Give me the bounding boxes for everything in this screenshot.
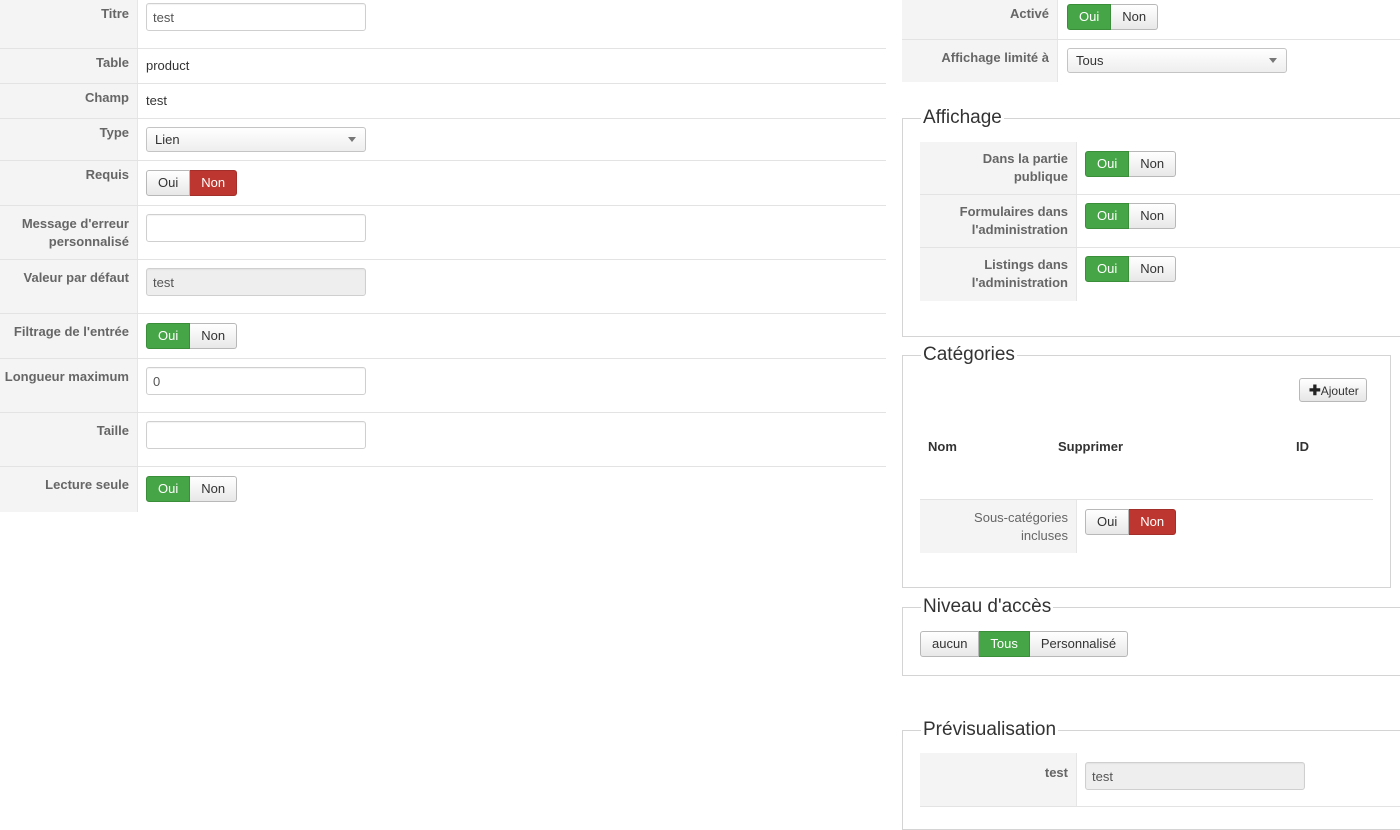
taille-input[interactable] (146, 421, 366, 449)
sous-categories-toggle: Oui Non (1085, 509, 1177, 535)
niveau-acces-toggle: aucun Tous Personnalisé (920, 631, 1129, 657)
row-table: Table product (0, 49, 886, 84)
label-affichage-limite: Affichage limité à (902, 40, 1058, 82)
label-taille: Taille (0, 413, 138, 466)
row-partie-publique: Dans la partie publique Oui Non (920, 142, 1400, 195)
active-non-button[interactable]: Non (1111, 4, 1159, 30)
niveau-acces-legend: Niveau d'accès (921, 596, 1054, 618)
label-champ: Champ (0, 84, 138, 118)
previsualisation-legend: Prévisualisation (921, 719, 1059, 741)
label-valeur-defaut: Valeur par défaut (0, 260, 138, 313)
label-requis: Requis (0, 161, 138, 205)
formulaires-admin-oui-button[interactable]: Oui (1085, 203, 1130, 229)
caret-down-icon (1269, 58, 1277, 63)
categories-legend: Catégories (921, 344, 1017, 366)
filtrage-toggle: Oui Non (146, 323, 238, 349)
previsualisation-input[interactable] (1085, 762, 1305, 790)
label-type: Type (0, 119, 138, 160)
type-select-value: Lien (155, 132, 180, 147)
niveau-acces-tous-button[interactable]: Tous (979, 631, 1030, 657)
row-formulaires-admin: Formulaires dans l'administration Oui No… (920, 195, 1400, 248)
add-category-label: Ajouter (1320, 384, 1359, 398)
row-affichage-limite: Affichage limité à Tous (902, 40, 1400, 82)
column-id: ID (1296, 439, 1309, 454)
type-select[interactable]: Lien (146, 127, 366, 152)
lecture-seule-oui-button[interactable]: Oui (146, 476, 191, 502)
active-oui-button[interactable]: Oui (1067, 4, 1112, 30)
row-lecture-seule: Lecture seule Oui Non (0, 467, 886, 512)
lecture-seule-non-button[interactable]: Non (190, 476, 238, 502)
champ-value: test (146, 93, 167, 108)
label-message-erreur: Message d'erreur personnalisé (0, 206, 138, 259)
row-type: Type Lien (0, 119, 886, 161)
sous-categories-oui-button[interactable]: Oui (1085, 509, 1130, 535)
affichage-limite-value: Tous (1076, 53, 1104, 68)
column-supprimer: Supprimer (1058, 439, 1124, 454)
partie-publique-oui-button[interactable]: Oui (1085, 151, 1130, 177)
lecture-seule-toggle: Oui Non (146, 476, 238, 502)
label-longueur: Longueur maximum (0, 359, 138, 412)
label-active: Activé (902, 0, 1058, 39)
row-valeur-defaut: Valeur par défaut (0, 260, 886, 314)
listings-admin-non-button[interactable]: Non (1129, 256, 1177, 282)
row-taille: Taille (0, 413, 886, 467)
label-titre: Titre (0, 0, 138, 48)
row-active: Activé Oui Non (902, 0, 1400, 40)
row-message-erreur: Message d'erreur personnalisé (0, 206, 886, 260)
valeur-defaut-input[interactable] (146, 268, 366, 296)
partie-publique-toggle: Oui Non (1085, 151, 1177, 177)
row-sous-categories: Sous-catégories incluses Oui Non (920, 500, 1177, 553)
add-category-button[interactable]: ✚Ajouter (1299, 378, 1367, 402)
formulaires-admin-non-button[interactable]: Non (1129, 203, 1177, 229)
label-lecture-seule: Lecture seule (0, 467, 138, 512)
row-champ: Champ test (0, 84, 886, 119)
requis-oui-button[interactable]: Oui (146, 170, 191, 196)
filtrage-non-button[interactable]: Non (190, 323, 238, 349)
message-erreur-input[interactable] (146, 214, 366, 242)
row-requis: Requis Oui Non (0, 161, 886, 206)
requis-toggle: Oui Non (146, 170, 238, 196)
titre-input[interactable] (146, 3, 366, 31)
label-partie-publique: Dans la partie publique (920, 142, 1077, 194)
label-previsualisation: test (920, 753, 1077, 806)
active-toggle: Oui Non (1067, 4, 1159, 30)
row-longueur: Longueur maximum (0, 359, 886, 413)
field-form: Titre Table product Champ test Type Lien… (0, 0, 886, 512)
longueur-input[interactable] (146, 367, 366, 395)
sous-categories-non-button[interactable]: Non (1129, 509, 1177, 535)
niveau-acces-aucun-button[interactable]: aucun (920, 631, 980, 657)
label-formulaires-admin: Formulaires dans l'administration (920, 195, 1077, 247)
niveau-acces-personnalise-button[interactable]: Personnalisé (1029, 631, 1129, 657)
column-nom: Nom (928, 439, 957, 454)
filtrage-oui-button[interactable]: Oui (146, 323, 191, 349)
requis-non-button[interactable]: Non (190, 170, 238, 196)
listings-admin-oui-button[interactable]: Oui (1085, 256, 1130, 282)
affichage-limite-select[interactable]: Tous (1067, 48, 1287, 73)
row-filtrage: Filtrage de l'entrée Oui Non (0, 314, 886, 359)
formulaires-admin-toggle: Oui Non (1085, 203, 1177, 229)
row-listings-admin: Listings dans l'administration Oui Non (920, 248, 1177, 301)
affichage-legend: Affichage (921, 107, 1004, 129)
table-value: product (146, 58, 190, 73)
plus-icon: ✚ (1309, 382, 1321, 398)
caret-down-icon (348, 137, 356, 142)
listings-admin-toggle: Oui Non (1085, 256, 1177, 282)
label-filtrage: Filtrage de l'entrée (0, 314, 138, 358)
partie-publique-non-button[interactable]: Non (1129, 151, 1177, 177)
label-sous-categories: Sous-catégories incluses (920, 500, 1077, 553)
row-previsualisation: test (920, 753, 1400, 807)
row-titre: Titre (0, 0, 886, 49)
label-table: Table (0, 49, 138, 83)
label-listings-admin: Listings dans l'administration (920, 248, 1077, 301)
